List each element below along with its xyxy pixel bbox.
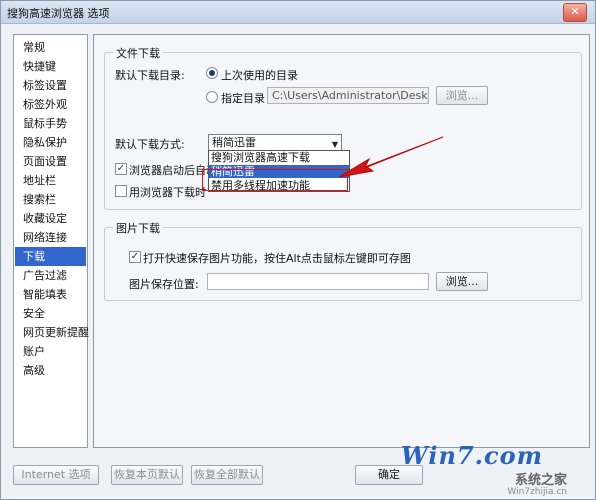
download-method-label: 默认下载方式:	[115, 138, 185, 151]
image-save-location-label: 图片保存位置:	[129, 278, 199, 291]
browse-dir-button[interactable]: 浏览...	[436, 86, 488, 105]
restore-all-defaults-button[interactable]: 恢复全部默认	[191, 465, 263, 485]
use-browser-checkbox[interactable]	[115, 185, 127, 197]
sidebar-item-page-settings[interactable]: 页面设置	[15, 152, 86, 171]
option-sogou-download[interactable]: 搜狗浏览器高速下载	[209, 151, 349, 164]
startup-checkbox-label[interactable]: 浏览器启动后自动	[129, 162, 217, 178]
last-used-dir-radio[interactable]	[206, 67, 218, 79]
sidebar-item-ad-filter[interactable]: 广告过滤	[15, 266, 86, 285]
sidebar-item-tab-settings[interactable]: 标签设置	[15, 76, 86, 95]
default-dir-label: 默认下载目录:	[115, 69, 185, 82]
sidebar-item-network[interactable]: 网络连接	[15, 228, 86, 247]
sidebar-item-mouse-gestures[interactable]: 鼠标手势	[15, 114, 86, 133]
options-window: 搜狗高速浏览器 选项 ✕ 常规 快捷键 标签设置 标签外观 鼠标手势 隐私保护 …	[0, 0, 596, 500]
sidebar-item-advanced[interactable]: 高级	[15, 361, 86, 380]
download-method-select[interactable]: 稍简迅雷 ▼	[208, 134, 342, 151]
sidebar-item-tab-appearance[interactable]: 标签外观	[15, 95, 86, 114]
restore-page-defaults-button[interactable]: 恢复本页默认	[111, 465, 183, 485]
sidebar-item-shortcuts[interactable]: 快捷键	[15, 57, 86, 76]
use-browser-checkbox-label[interactable]: 用浏览器下载时	[129, 184, 206, 200]
browse-image-button[interactable]: 浏览...	[436, 272, 488, 291]
quick-save-checkbox-label[interactable]: 打开快速保存图片功能，按住Alt点击鼠标左键即可存图	[143, 250, 411, 266]
specified-dir-label[interactable]: 指定目录	[221, 90, 265, 106]
close-button[interactable]: ✕	[563, 3, 587, 22]
download-method-dropdown: 搜狗浏览器高速下载 稍简迅雷 禁用多线程加速功能	[208, 150, 350, 192]
sidebar-item-page-update[interactable]: 网页更新提醒	[15, 323, 89, 342]
last-used-dir-label[interactable]: 上次使用的目录	[221, 67, 298, 83]
sidebar-item-autofill[interactable]: 智能填表	[15, 285, 86, 304]
image-save-location-field[interactable]	[207, 273, 429, 290]
watermark-logo: Win7.com	[400, 441, 543, 470]
internet-options-button[interactable]: Internet 选项	[13, 465, 99, 485]
option-thunder-lite[interactable]: 稍简迅雷	[209, 165, 349, 178]
red-arrow-icon	[338, 136, 444, 178]
image-download-legend: 图片下载	[113, 220, 163, 236]
window-title: 搜狗高速浏览器 选项	[7, 7, 110, 20]
download-method-value: 稍简迅雷	[212, 136, 256, 149]
watermark-url: Win7zhijia.cn	[507, 487, 567, 497]
sidebar-item-search-bar[interactable]: 搜索栏	[15, 190, 86, 209]
quick-save-checkbox[interactable]: ✓	[129, 251, 141, 263]
startup-checkbox[interactable]: ✓	[115, 163, 127, 175]
sidebar-item-privacy[interactable]: 隐私保护	[15, 133, 86, 152]
sidebar-item-address-bar[interactable]: 地址栏	[15, 171, 86, 190]
specified-dir-radio[interactable]	[206, 91, 218, 103]
file-download-legend: 文件下载	[113, 45, 163, 61]
sidebar-item-favorites[interactable]: 收藏设定	[15, 209, 86, 228]
sidebar-item-security[interactable]: 安全	[15, 304, 86, 323]
download-path-field[interactable]: C:\Users\Administrator\Desktop	[267, 87, 429, 104]
options-sidebar: 常规 快捷键 标签设置 标签外观 鼠标手势 隐私保护 页面设置 地址栏 搜索栏 …	[13, 34, 89, 448]
sidebar-item-download[interactable]: 下载	[15, 247, 86, 266]
sidebar-item-general[interactable]: 常规	[15, 38, 86, 57]
option-disable-multithread[interactable]: 禁用多线程加速功能	[209, 179, 349, 192]
close-icon: ✕	[570, 5, 580, 18]
sidebar-item-account[interactable]: 账户	[15, 342, 86, 361]
watermark-site-name: 系统之家	[514, 473, 567, 488]
title-bar: 搜狗高速浏览器 选项 ✕	[1, 1, 595, 24]
